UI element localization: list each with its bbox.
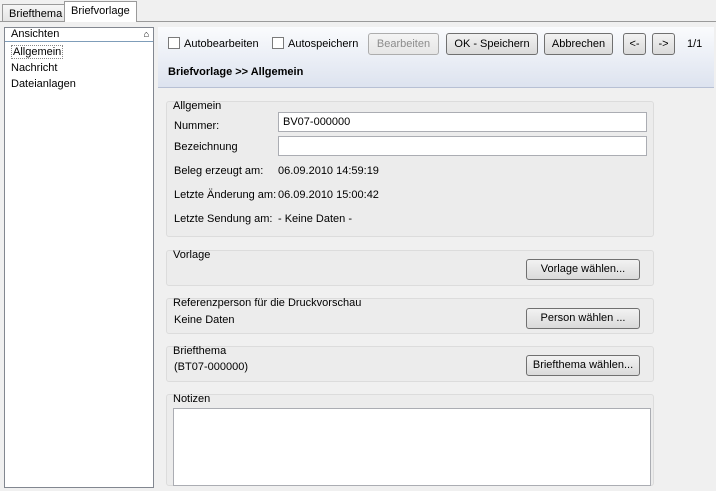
bearbeiten-button[interactable]: Bearbeiten	[368, 33, 439, 55]
autobearbeiten-label: Autobearbeiten	[184, 38, 259, 50]
notizen-group-title: Notizen	[173, 393, 211, 405]
letzte-aenderung-value: 06.09.2010 15:00:42	[278, 189, 379, 201]
record-counter: 1/1	[687, 38, 703, 50]
checkbox-box[interactable]	[272, 37, 284, 49]
nav-item-label: Nachricht	[11, 62, 58, 74]
nummer-label: Nummer:	[174, 120, 220, 132]
letzte-aenderung-label: Letzte Änderung am:	[174, 189, 277, 201]
content-pane: Autobearbeiten Autospeichern Bearbeiten …	[158, 27, 714, 488]
checkbox-box[interactable]	[168, 37, 180, 49]
page-title: Briefvorlage >> Allgemein	[168, 66, 304, 78]
abbrechen-button[interactable]: Abbrechen	[544, 33, 613, 55]
nav-item-label: Allgemein	[11, 45, 64, 59]
letzte-sendung-value: - Keine Daten -	[278, 213, 352, 225]
toolbar-header: Autobearbeiten Autospeichern Bearbeiten …	[158, 27, 714, 88]
bezeichnung-label: Bezeichnung	[174, 141, 238, 153]
bezeichnung-field[interactable]	[278, 136, 647, 156]
autospeichern-label: Autospeichern	[288, 38, 359, 50]
vorlage-waehlen-button[interactable]: Vorlage wählen...	[526, 259, 640, 280]
briefthema-waehlen-button[interactable]: Briefthema wählen...	[526, 355, 640, 376]
briefthema-value: (BT07-000000)	[174, 361, 248, 373]
pin-icon[interactable]: ⌂	[144, 29, 149, 40]
vorlage-group: Vorlage Vorlage wählen...	[166, 249, 654, 286]
vorlage-group-title: Vorlage	[173, 249, 211, 261]
nav-item-label: Dateianlagen	[11, 78, 76, 90]
next-record-button[interactable]: ->	[652, 33, 675, 55]
notizen-group: Notizen	[166, 393, 654, 486]
beleg-erzeugt-label: Beleg erzeugt am:	[174, 165, 264, 177]
nav-item-dateianlagen[interactable]: Dateianlagen	[5, 76, 153, 92]
person-waehlen-button[interactable]: Person wählen ...	[526, 308, 640, 329]
letzte-sendung-label: Letzte Sendung am:	[174, 213, 273, 225]
autobearbeiten-checkbox[interactable]: Autobearbeiten	[168, 37, 259, 51]
referenzperson-group: Referenzperson für die Druckvorschau Kei…	[166, 297, 654, 334]
allgemein-group-title: Allgemein	[173, 100, 222, 112]
views-header: Ansichten ⌂	[5, 28, 153, 42]
tab-briefvorlage[interactable]: Briefvorlage	[64, 1, 137, 22]
allgemein-group: Allgemein Nummer: BV07-000000 Bezeichnun…	[166, 100, 654, 237]
views-list: Allgemein Nachricht Dateianlagen	[5, 42, 153, 92]
tab-briefthema[interactable]: Briefthema	[2, 4, 70, 22]
referenzperson-value: Keine Daten	[174, 314, 235, 326]
beleg-erzeugt-value: 06.09.2010 14:59:19	[278, 165, 379, 177]
nav-item-allgemein[interactable]: Allgemein	[5, 44, 153, 60]
nummer-field[interactable]: BV07-000000	[278, 112, 647, 132]
nav-item-nachricht[interactable]: Nachricht	[5, 60, 153, 76]
referenzperson-group-title: Referenzperson für die Druckvorschau	[173, 297, 362, 309]
notizen-textarea[interactable]	[173, 408, 651, 486]
views-panel: Ansichten ⌂ Allgemein Nachricht Dateianl…	[4, 27, 154, 488]
views-title: Ansichten	[11, 28, 60, 40]
tab-strip: Briefthema Briefvorlage	[0, 0, 716, 22]
briefthema-group-title: Briefthema	[173, 345, 227, 357]
previous-record-button[interactable]: <-	[623, 33, 646, 55]
ok-speichern-button[interactable]: OK - Speichern	[446, 33, 538, 55]
autospeichern-checkbox[interactable]: Autospeichern	[272, 37, 358, 51]
briefthema-group: Briefthema (BT07-000000) Briefthema wähl…	[166, 345, 654, 382]
